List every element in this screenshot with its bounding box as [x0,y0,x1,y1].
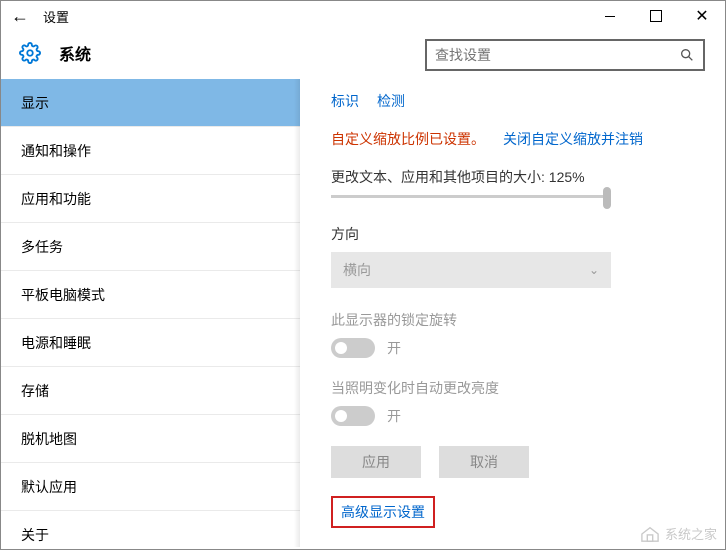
sidebar-item-defaultapps[interactable]: 默认应用 [1,463,300,511]
scale-warning: 自定义缩放比例已设置。 [331,129,485,149]
sidebar-item-apps[interactable]: 应用和功能 [1,175,300,223]
back-button[interactable]: ← [5,1,35,31]
sidebar-item-storage[interactable]: 存储 [1,367,300,415]
sidebar-item-about[interactable]: 关于 [1,511,300,547]
close-button[interactable]: ✕ [679,1,725,31]
lock-rotation-toggle [331,338,375,358]
scale-slider[interactable] [331,195,611,198]
advanced-display-highlight: 高级显示设置 [331,496,435,528]
sidebar-item-offlinemaps[interactable]: 脱机地图 [1,415,300,463]
auto-brightness-title: 当照明变化时自动更改亮度 [331,378,695,398]
orientation-title: 方向 [331,224,695,244]
search-icon [679,47,695,63]
sidebar-item-notifications[interactable]: 通知和操作 [1,127,300,175]
page-title: 系统 [59,41,91,65]
gear-icon [19,42,41,64]
sidebar-item-display[interactable]: 显示 [1,79,300,127]
lock-rotation-state: 开 [387,338,401,358]
auto-brightness-toggle [331,406,375,426]
minimize-button[interactable] [587,1,633,31]
chevron-down-icon: ⌄ [589,263,599,277]
detect-link[interactable]: 检测 [377,91,405,111]
sidebar-item-multitask[interactable]: 多任务 [1,223,300,271]
auto-brightness-state: 开 [387,406,401,426]
maximize-button[interactable] [633,1,679,31]
window-title: 设置 [43,7,69,26]
cancel-button: 取消 [439,446,529,478]
content-panel: 标识 检测 自定义缩放比例已设置。 关闭自定义缩放并注销 更改文本、应用和其他项… [301,79,725,547]
identify-link[interactable]: 标识 [331,91,359,111]
sidebar: 显示 通知和操作 应用和功能 多任务 平板电脑模式 电源和睡眠 存储 脱机地图 … [1,79,301,547]
sidebar-item-power[interactable]: 电源和睡眠 [1,319,300,367]
apply-button: 应用 [331,446,421,478]
search-input[interactable] [435,47,679,63]
slider-thumb[interactable] [603,187,611,209]
sidebar-item-tablet[interactable]: 平板电脑模式 [1,271,300,319]
advanced-display-link[interactable]: 高级显示设置 [341,504,425,520]
orientation-dropdown: 横向 ⌄ [331,252,611,288]
turnoff-scale-link[interactable]: 关闭自定义缩放并注销 [503,129,643,149]
scale-label: 更改文本、应用和其他项目的大小: 125% [331,167,695,187]
orientation-value: 横向 [343,260,371,280]
lock-rotation-title: 此显示器的锁定旋转 [331,310,695,330]
search-box[interactable] [425,39,705,71]
